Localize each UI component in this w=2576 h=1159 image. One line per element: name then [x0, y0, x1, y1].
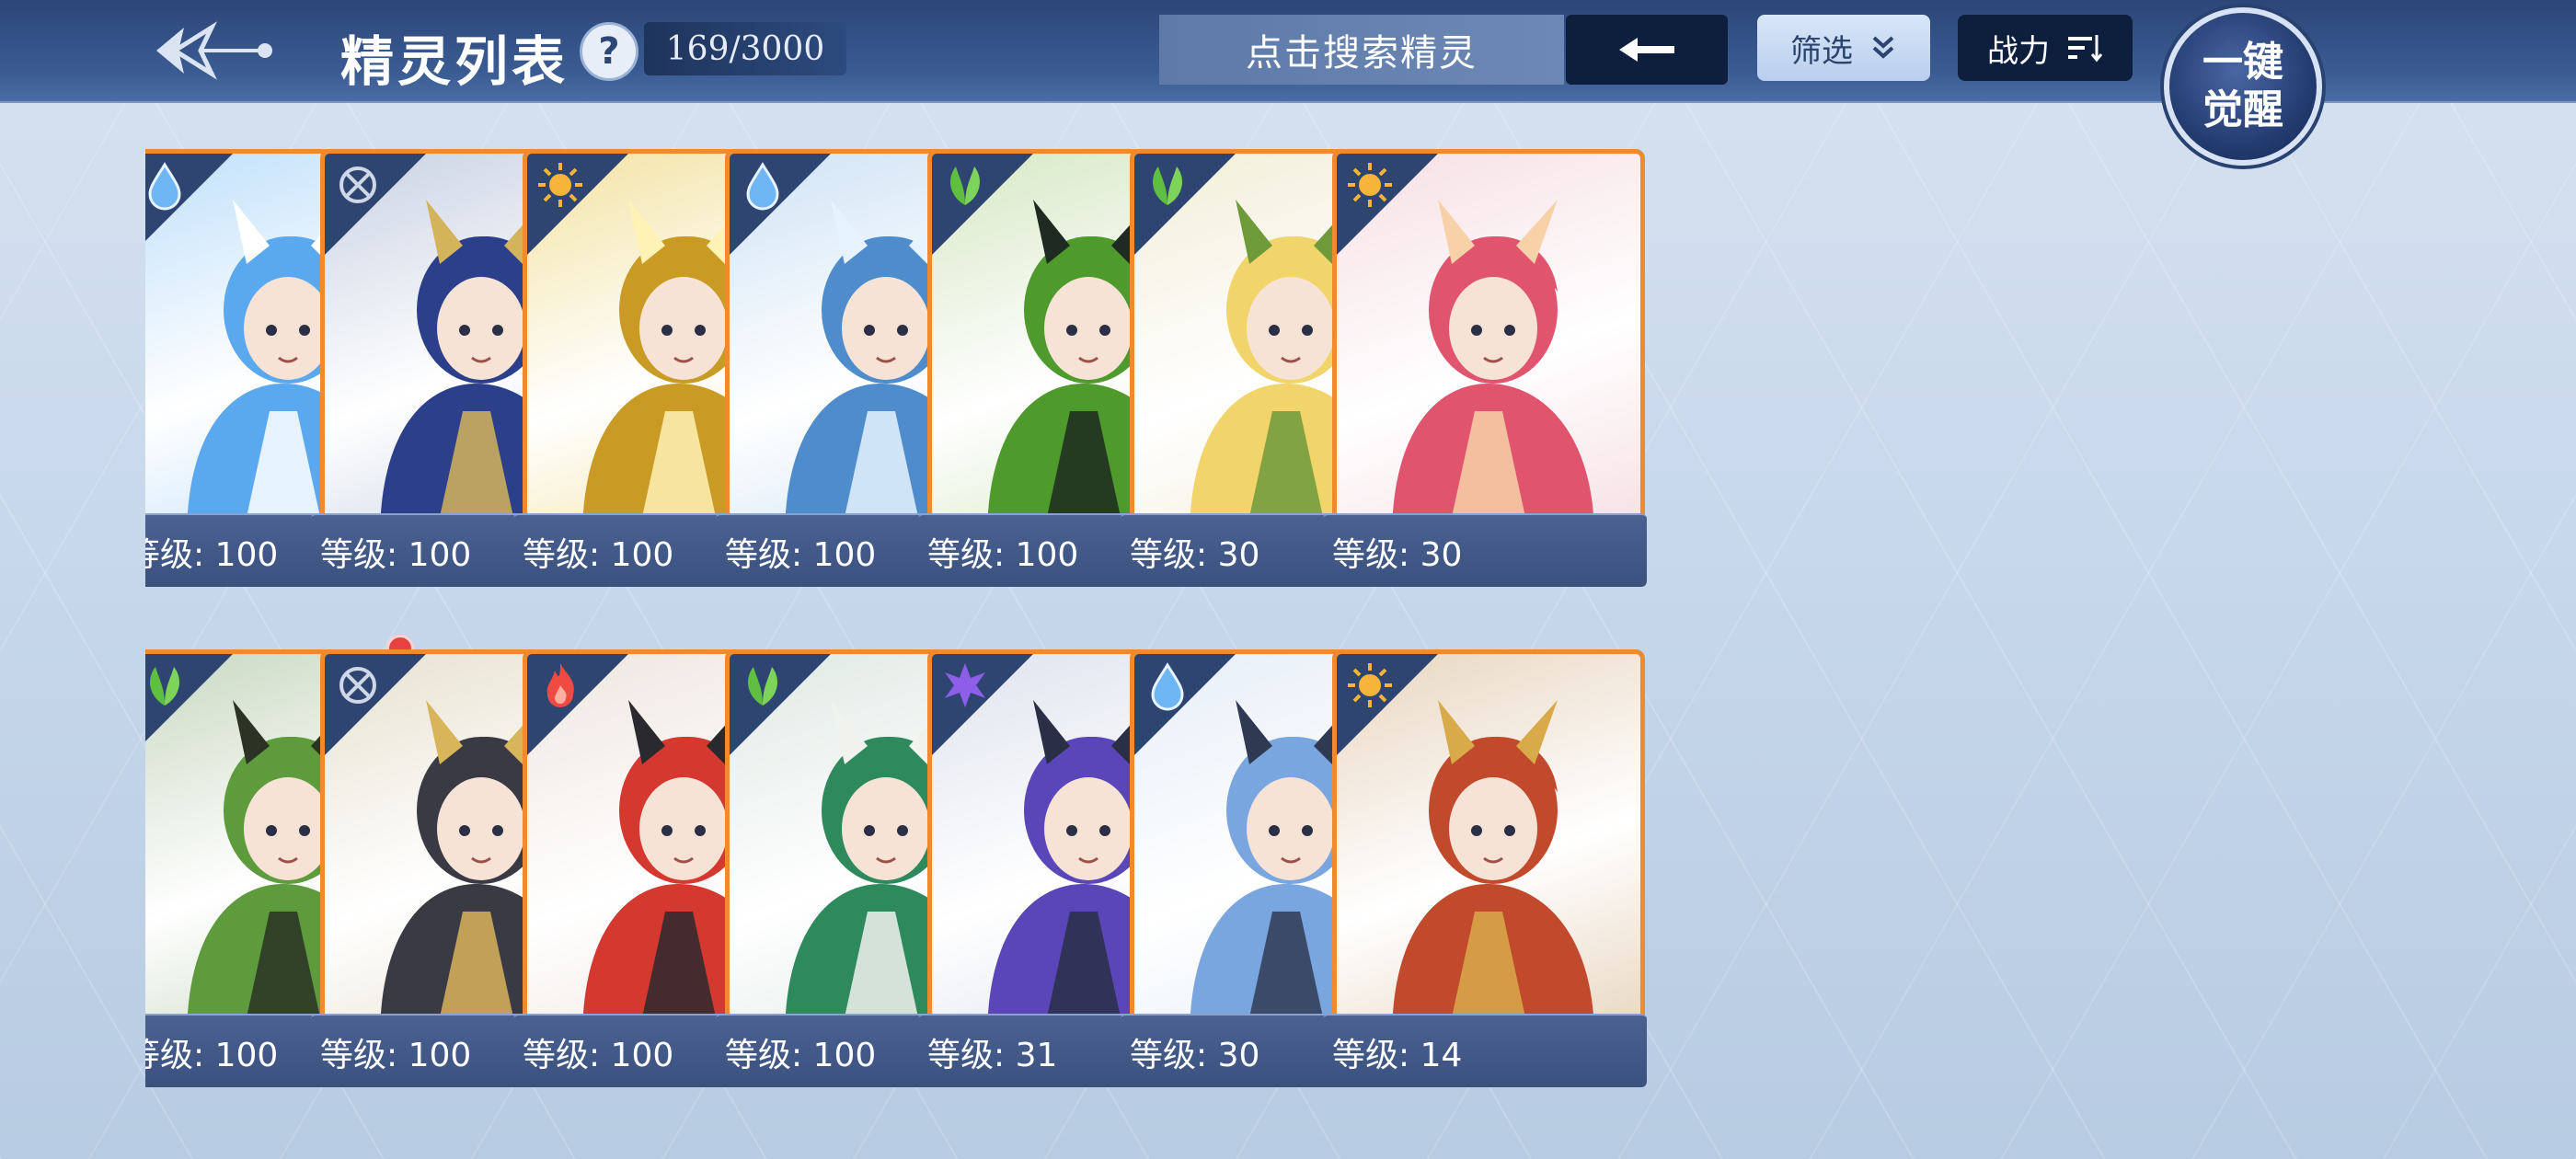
spirit-grid: 等级: 100 等级: 100 等级: 100 等级: 100 等级: 100: [145, 138, 2432, 1113]
level-label: 等级: 100: [145, 1036, 279, 1074]
level-label: 等级: 30: [1130, 536, 1260, 574]
level-label: 等级: 100: [320, 1036, 472, 1074]
spirit-info-bar: 等级: 30: [1323, 513, 1647, 587]
neutral-element-icon: [339, 166, 376, 203]
grass-element-icon: [950, 166, 980, 205]
left-arrow-icon: [1619, 38, 1674, 62]
fire-element-icon: [546, 662, 574, 707]
filter-button[interactable]: 筛选: [1757, 15, 1930, 81]
grass-element-icon: [748, 666, 777, 706]
neutral-element-icon: [339, 666, 376, 704]
level-label: 等级: 100: [523, 536, 674, 574]
level-label: 等级: 100: [927, 536, 1079, 574]
sort-label: 战力: [1987, 32, 2050, 70]
level-label: 等级: 100: [725, 1036, 877, 1074]
sort-power-button[interactable]: 战力: [1958, 15, 2133, 81]
spirit-info-bar: 等级: 14: [1323, 1013, 1647, 1087]
header-bar: 精灵列表 ? 169/3000 点击搜索精灵 筛选 战力 一键 觉醒: [0, 0, 2576, 166]
sort-descending-icon: [2068, 35, 2103, 63]
level-label: 等级: 30: [1130, 1036, 1260, 1074]
awaken-label-2: 觉醒: [2202, 86, 2283, 133]
level-label: 等级: 100: [523, 1036, 674, 1074]
water-element-icon: [746, 162, 779, 211]
level-label: 等级: 100: [145, 536, 279, 574]
spirit-card[interactable]: 等级: 14: [1323, 638, 1654, 1098]
level-label: 等级: 30: [1332, 536, 1463, 574]
search-placeholder: 点击搜索精灵: [1246, 32, 1478, 75]
spirit-card[interactable]: 等级: 30: [1323, 138, 1654, 598]
level-label: 等级: 100: [320, 536, 472, 574]
spirit-portrait-frame: [1332, 648, 1645, 1043]
level-label: 等级: 100: [725, 536, 877, 574]
light-element-icon: [1348, 163, 1392, 207]
level-label: 等级: 14: [1332, 1036, 1463, 1074]
filter-label: 筛选: [1790, 32, 1853, 70]
page-title: 精灵列表: [340, 30, 569, 93]
level-label: 等级: 31: [927, 1036, 1058, 1074]
light-element-icon: [1348, 662, 1392, 707]
water-element-icon: [148, 162, 181, 211]
double-chevron-down-icon: [1872, 36, 1894, 59]
dark-element-icon: [945, 662, 985, 707]
ornate-arrow-icon: [156, 21, 272, 80]
help-button[interactable]: ?: [580, 22, 638, 81]
awaken-label-1: 一键: [2202, 39, 2283, 86]
spirit-portrait-frame: [1332, 149, 1645, 543]
back-button[interactable]: [147, 17, 276, 85]
search-input[interactable]: 点击搜索精灵: [1159, 15, 1564, 85]
search-back-button[interactable]: [1566, 15, 1728, 85]
grass-element-icon: [1153, 166, 1182, 205]
water-element-icon: [1151, 661, 1184, 711]
grass-element-icon: [150, 666, 179, 706]
light-element-icon: [538, 163, 582, 207]
spirit-count: 169/3000: [644, 22, 846, 75]
